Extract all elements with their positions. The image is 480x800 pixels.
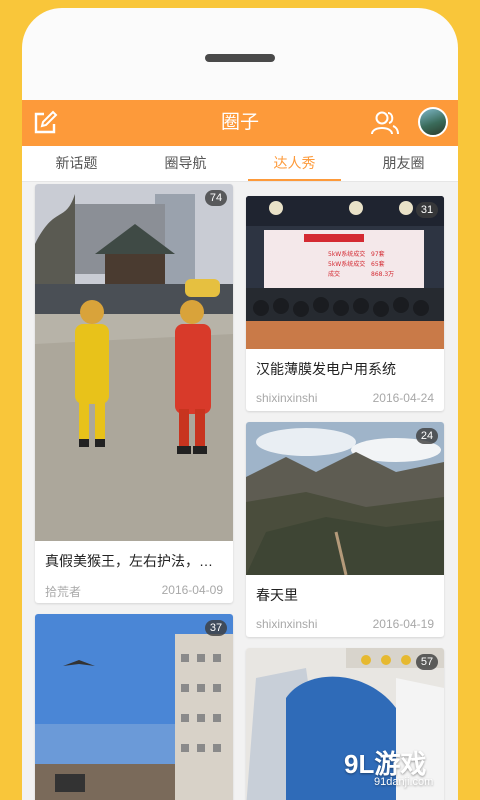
photo-count-badge: 31 (416, 202, 438, 218)
post-meta: shixinxinshi 2016-04-24 (246, 383, 444, 411)
post-photo-3: 24 (246, 422, 444, 576)
site-watermark: 9L游戏 91danji.com (322, 742, 472, 796)
conference-photo: 5kW系统成交 97套 5kW系统成交 65套 成交 868.3万 (246, 196, 444, 349)
post-title: 春天里 (256, 587, 298, 603)
slide-line-2: 97套 (371, 250, 385, 258)
slide-line-3: 5kW系统成交 (328, 260, 365, 268)
slide-line-4: 65套 (371, 260, 385, 268)
post-photo-1: 74 (35, 184, 233, 541)
tab-bar: 新话题 圈导航 达人秀 朋友圈 (22, 146, 458, 182)
post-author[interactable]: shixinxinshi (256, 617, 317, 637)
photo-count-badge: 37 (205, 620, 227, 636)
photo-count-badge: 24 (416, 428, 438, 444)
post-photo-2: 5kW系统成交 97套 5kW系统成交 65套 成交 868.3万 31 (246, 196, 444, 349)
tab-new-topics[interactable]: 新话题 (22, 146, 131, 181)
post-meta: 拾荒者 2016-04-09 (35, 575, 233, 603)
post-card-3[interactable]: 24 春天里 shixinxinshi 2016-04-19 (246, 422, 444, 637)
watermark-url: 91danji.com (374, 776, 434, 788)
sky-building-photo (35, 614, 233, 800)
monkey-king-photo (35, 184, 233, 541)
photo-count-badge: 74 (205, 190, 227, 206)
slide-line-6: 868.3万 (371, 271, 394, 278)
slide-line-1: 5kW系统成交 (328, 250, 365, 258)
post-author[interactable]: 拾荒者 (45, 583, 81, 603)
post-card-2[interactable]: 5kW系统成交 97套 5kW系统成交 65套 成交 868.3万 31 汉能薄… (246, 196, 444, 411)
post-date: 2016-04-24 (372, 391, 434, 405)
tab-talent-show[interactable]: 达人秀 (240, 146, 349, 181)
post-card-4[interactable]: 37 (35, 614, 233, 800)
post-author[interactable]: shixinxinshi (256, 391, 317, 411)
tab-circle-nav[interactable]: 圈导航 (131, 146, 240, 181)
post-card-1[interactable]: 74 真假美猴王，左右护法，猴... 拾荒者 2016-04-09 (35, 184, 233, 603)
avatar[interactable] (418, 107, 448, 137)
mountain-photo (246, 422, 444, 576)
top-bar: 圈子 (22, 100, 458, 146)
friends-icon[interactable] (370, 108, 400, 138)
post-title: 汉能薄膜发电户用系统 (256, 361, 396, 377)
post-title: 真假美猴王，左右护法，猴... (45, 553, 225, 569)
tab-friends-circle[interactable]: 朋友圈 (349, 146, 458, 181)
app-screen: 圈子 新话题 圈导航 达人秀 朋友圈 74 真假美猴王，左右护法，猴... 拾荒… (22, 100, 458, 800)
speaker-grille (205, 54, 275, 62)
post-date: 2016-04-09 (161, 583, 223, 597)
post-date: 2016-04-19 (372, 617, 434, 631)
post-photo-4: 37 (35, 614, 233, 800)
photo-count-badge: 57 (416, 654, 438, 670)
post-meta: shixinxinshi 2016-04-19 (246, 609, 444, 637)
slide-line-5: 成交 (328, 270, 340, 278)
